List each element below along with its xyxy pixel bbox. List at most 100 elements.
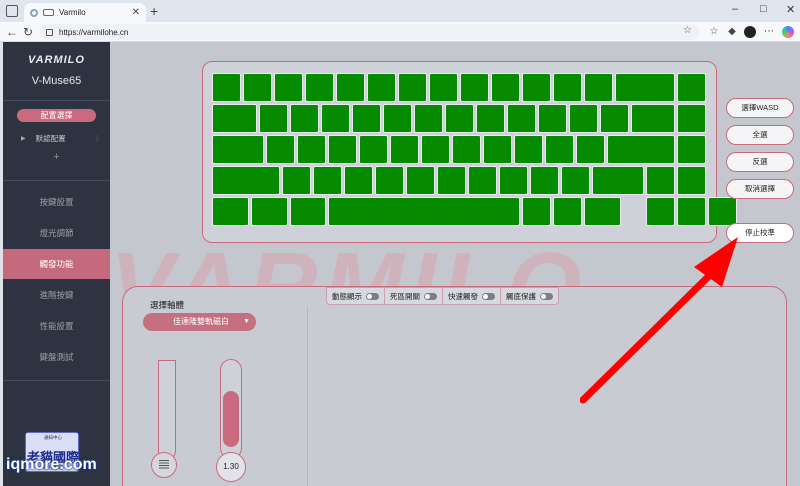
deselect-button[interactable]: 取消選擇 — [726, 179, 794, 199]
extensions-icon[interactable]: ◆ — [726, 26, 738, 38]
key-r4-k3[interactable] — [312, 166, 342, 195]
toggle-dynamic-display[interactable]: 動態顯示 — [327, 288, 385, 304]
key-r5-k2[interactable] — [250, 197, 288, 226]
key-r3-k7[interactable] — [421, 135, 451, 164]
key-r3-k10[interactable] — [514, 135, 544, 164]
key-r4-k11[interactable] — [560, 166, 590, 195]
key-r1-k15[interactable] — [677, 73, 706, 102]
toggle-dead-zone[interactable]: 死區開關 — [385, 288, 443, 304]
actuation-slider-track[interactable] — [158, 360, 176, 460]
key-r4-k2[interactable] — [281, 166, 311, 195]
key-r1-k1[interactable] — [212, 73, 241, 102]
close-tab-icon[interactable]: ✕ — [132, 7, 140, 18]
key-r4-k6[interactable] — [405, 166, 435, 195]
menu-item-keyboard-test[interactable]: 鍵盤測試 — [3, 342, 110, 372]
favorites-icon[interactable]: ☆ — [708, 26, 720, 38]
key-r5-k6[interactable] — [553, 197, 582, 226]
key-r4-k8[interactable] — [467, 166, 497, 195]
menu-item-key-settings[interactable]: 按鍵設置 — [3, 187, 110, 217]
key-r2-k1[interactable] — [212, 104, 257, 133]
more-icon[interactable]: ⋯ — [763, 26, 775, 38]
key-r3-k1[interactable] — [212, 135, 265, 164]
key-r2-k4[interactable] — [320, 104, 350, 133]
key-r3-k6[interactable] — [390, 135, 420, 164]
key-r5-k11[interactable] — [708, 197, 737, 226]
key-r2-k5[interactable] — [351, 104, 381, 133]
key-r2-k9[interactable] — [475, 104, 505, 133]
menu-item-performance[interactable]: 性能設置 — [3, 311, 110, 341]
key-r3-k4[interactable] — [328, 135, 358, 164]
key-r3-k13[interactable] — [607, 135, 675, 164]
key-r1-k13[interactable] — [584, 73, 613, 102]
key-r3-k3[interactable] — [297, 135, 327, 164]
key-r1-k8[interactable] — [429, 73, 458, 102]
key-r1-k5[interactable] — [336, 73, 365, 102]
key-r1-k6[interactable] — [367, 73, 396, 102]
key-r5-k3[interactable] — [289, 197, 327, 226]
tab-actions-icon[interactable] — [6, 5, 18, 17]
add-profile-button[interactable]: + — [3, 151, 110, 163]
key-r2-k15[interactable] — [677, 104, 706, 133]
key-r3-k12[interactable] — [576, 135, 606, 164]
reload-icon[interactable]: ↻ — [23, 25, 33, 39]
key-r3-k2[interactable] — [266, 135, 296, 164]
key-r3-k8[interactable] — [452, 135, 482, 164]
key-r1-k12[interactable] — [553, 73, 582, 102]
key-r1-k10[interactable] — [491, 73, 520, 102]
profile-select-button[interactable]: 配置選擇 — [17, 109, 96, 122]
key-r5-k5[interactable] — [522, 197, 551, 226]
key-r4-k12[interactable] — [591, 166, 644, 195]
key-r1-k14[interactable] — [615, 73, 675, 102]
favorite-star-icon[interactable]: ☆ — [683, 25, 692, 36]
key-r5-k1[interactable] — [212, 197, 249, 226]
maximize-button[interactable]: □ — [760, 3, 767, 15]
key-r1-k2[interactable] — [243, 73, 272, 102]
key-r2-k10[interactable] — [506, 104, 536, 133]
key-r4-k1[interactable] — [212, 166, 280, 195]
key-r1-k11[interactable] — [522, 73, 551, 102]
key-r1-k4[interactable] — [305, 73, 334, 102]
menu-item-advanced-keys[interactable]: 進階按鍵 — [3, 280, 110, 310]
key-r2-k11[interactable] — [537, 104, 567, 133]
copilot-icon[interactable] — [782, 26, 794, 38]
profile-avatar-icon[interactable] — [744, 26, 756, 38]
toggle-switch[interactable] — [482, 292, 495, 300]
key-r4-k7[interactable] — [436, 166, 466, 195]
browser-tab[interactable]: Varmilo ✕ — [24, 3, 146, 22]
toggle-switch[interactable] — [366, 292, 379, 300]
media-icon[interactable] — [43, 9, 54, 16]
key-r4-k14[interactable] — [677, 166, 706, 195]
menu-item-lighting[interactable]: 燈光調節 — [3, 218, 110, 248]
key-r2-k13[interactable] — [599, 104, 629, 133]
profile-item-default[interactable]: ▶ 默認配置 ⋮ — [21, 133, 101, 144]
key-r2-k7[interactable] — [413, 104, 443, 133]
invert-selection-button[interactable]: 反選 — [726, 152, 794, 172]
key-r2-k14[interactable] — [630, 104, 675, 133]
back-icon[interactable]: ← — [6, 25, 18, 39]
key-r3-k5[interactable] — [359, 135, 389, 164]
key-r2-k3[interactable] — [289, 104, 319, 133]
release-slider-knob[interactable]: 1.30 — [216, 452, 246, 482]
key-r3-k11[interactable] — [545, 135, 575, 164]
key-r5-k7[interactable] — [584, 197, 621, 226]
new-tab-button[interactable]: + — [150, 3, 158, 19]
key-r1-k3[interactable] — [274, 73, 303, 102]
select-all-button[interactable]: 全選 — [726, 125, 794, 145]
key-r2-k8[interactable] — [444, 104, 474, 133]
key-r4-k5[interactable] — [374, 166, 404, 195]
key-r4-k10[interactable] — [529, 166, 559, 195]
key-r4-k13[interactable] — [646, 166, 675, 195]
key-r5-k4[interactable] — [328, 197, 520, 226]
key-r5-k10[interactable] — [677, 197, 706, 226]
key-r2-k6[interactable] — [382, 104, 412, 133]
switch-type-select[interactable]: 佳達隆雙軌磁白 ▼ — [143, 313, 256, 331]
key-r4-k4[interactable] — [343, 166, 373, 195]
key-r5-k9[interactable] — [646, 197, 675, 226]
toggle-switch[interactable] — [540, 292, 553, 300]
key-r2-k12[interactable] — [568, 104, 598, 133]
menu-item-trigger[interactable]: 觸發功能 — [3, 249, 110, 279]
address-field[interactable]: https://varmilohe.cn ☆ — [40, 24, 700, 40]
key-r3-k9[interactable] — [483, 135, 513, 164]
toggle-bottom-protection[interactable]: 觸底保護 — [501, 288, 558, 304]
minimize-button[interactable]: – — [732, 3, 738, 15]
